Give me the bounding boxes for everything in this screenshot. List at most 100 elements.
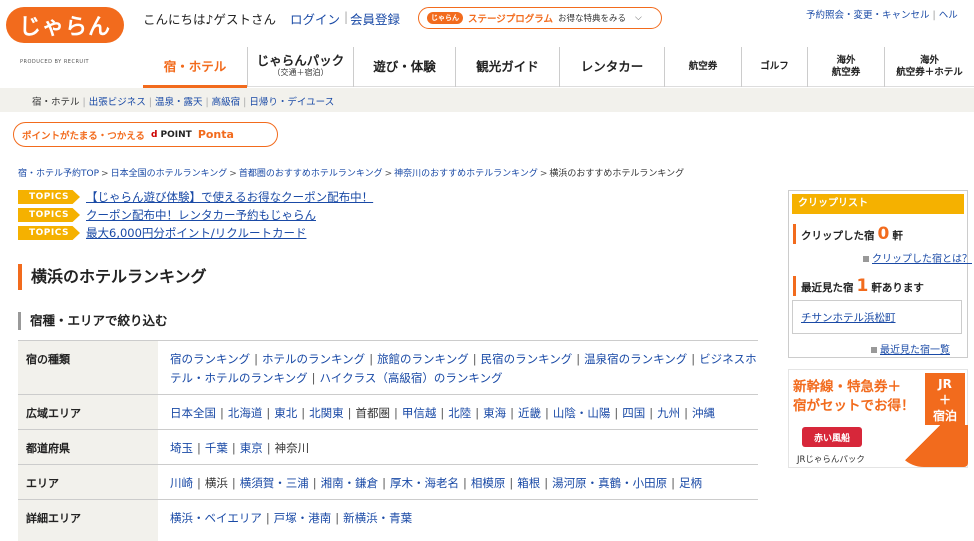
topics-link[interactable]: 【じゃらん遊び体験】で使えるお得なクーポン配布中！ [86, 189, 373, 205]
filter-row-type: 宿の種類 宿のランキング | ホテルのランキング | 旅館のランキング | 民宿のランキング… [18, 340, 758, 394]
filter-link[interactable]: 北陸 [448, 406, 471, 420]
jalan-logo[interactable]: じゃらん [6, 7, 124, 43]
clip-list-header: クリップリスト [792, 194, 964, 214]
filter-link[interactable]: 民宿のランキング [481, 352, 573, 366]
filter-link[interactable]: 甲信越 [402, 406, 437, 420]
filter-link[interactable]: 戸塚・港南 [274, 511, 332, 525]
filter-link[interactable]: 宿のランキング [170, 352, 250, 366]
breadcrumb-link[interactable]: 神奈川のおすすめホテルランキング [394, 169, 538, 179]
subnav-luxury[interactable]: 高級宿 [212, 97, 241, 108]
subnav-dayuse[interactable]: 日帰り・デイユース [249, 97, 334, 108]
topics-row: TOPICS クーポン配布中！レンタカー予約もじゃらん [18, 207, 618, 223]
breadcrumb-link[interactable]: 首都圏のおすすめホテルランキング [239, 169, 383, 179]
filter-link[interactable]: 四国 [622, 406, 645, 420]
filter-link[interactable]: 相模原 [471, 476, 506, 490]
filter-link[interactable]: 川崎 [170, 476, 193, 490]
filter-current: 横浜 [204, 476, 228, 490]
clip-count-line: クリップした宿 0 軒 [793, 224, 965, 244]
filter-link[interactable]: 足柄 [679, 476, 702, 490]
filter-link[interactable]: 千葉 [205, 441, 228, 455]
filter-link[interactable]: 箱根 [517, 476, 540, 490]
page-root: じゃらん PRODUCED BY RECRUIT こんにちは♪ゲストさん ログイ… [0, 0, 974, 541]
subnav-current: 宿・ホテル [32, 97, 80, 108]
topics-badge: TOPICS [18, 226, 80, 240]
filter-current: 神奈川 [274, 441, 310, 455]
filter-link[interactable]: ハイクラス（高級宿）のランキング [320, 371, 503, 385]
recent-count-line: 最近見た宿 1 軒あります [793, 276, 965, 296]
ad-subtitle: JRじゃらんパック [797, 455, 865, 465]
sub-nav: 宿・ホテル | 出張ビジネス | 温泉・露天 | 高級宿 | 日帰り・デイユース [32, 97, 335, 108]
filter-link[interactable]: 横須賀・三浦 [240, 476, 309, 490]
filter-link[interactable]: 北関東 [309, 406, 344, 420]
filter-link[interactable]: ホテルのランキング [262, 352, 365, 366]
clip-count: 0 [877, 224, 890, 244]
filter-link[interactable]: 横浜・ベイエリア [170, 511, 262, 525]
dpoint-logo: d POINT [150, 129, 192, 140]
filter-label: 都道府県 [18, 430, 158, 464]
filter-label: 詳細エリア [18, 500, 158, 541]
filter-link[interactable]: 沖縄 [692, 406, 715, 420]
recent-list-link[interactable]: 最近見た宿一覧 [871, 341, 950, 356]
filter-link[interactable]: 北海道 [228, 406, 263, 420]
filter-link[interactable]: 旅館のランキング [377, 352, 469, 366]
header-separator: | [344, 10, 349, 24]
nav-tab-jalan-pack[interactable]: じゃらんパック （交通＋宿泊） [247, 47, 353, 87]
filter-link[interactable]: 厚木・海老名 [390, 476, 459, 490]
nav-tab-golf[interactable]: ゴルフ [741, 47, 807, 87]
filter-row-detail-area: 詳細エリア 横浜・ベイエリア | 戸塚・港南 | 新横浜・青葉 [18, 499, 758, 541]
filter-link[interactable]: 東北 [274, 406, 297, 420]
filter-link[interactable]: 東海 [483, 406, 506, 420]
filter-link[interactable]: 東京 [240, 441, 263, 455]
train-illustration [894, 425, 968, 467]
nav-tab-overseas-package[interactable]: 海外 航空券＋ホテル [884, 47, 974, 87]
section-title: 宿種・エリアで絞り込む [18, 312, 758, 330]
nav-tab-flights[interactable]: 航空券 [664, 47, 741, 87]
filter-values: 宿のランキング | ホテルのランキング | 旅館のランキング | 民宿のランキング | 温泉宿の… [170, 352, 757, 385]
register-link[interactable]: 会員登録 [350, 9, 400, 28]
main-nav: 宿・ホテル じゃらんパック （交通＋宿泊） 遊び・体験 観光ガイド レンタカー 航… [143, 47, 974, 87]
filter-link[interactable]: 埼玉 [170, 441, 193, 455]
greeting-text: こんにちは♪ゲストさん [143, 12, 276, 27]
breadcrumb: 宿・ホテル予約TOP > 日本全国のホテルランキング > 首都圏のおすすめホテルランキン… [18, 169, 685, 179]
subnav-onsen[interactable]: 温泉・露天 [155, 97, 203, 108]
help-link[interactable]: ヘル [939, 10, 958, 21]
point-banner[interactable]: ポイントがたまる・つかえる d POINT Ponta [13, 122, 278, 147]
logo-subtitle: PRODUCED BY RECRUIT [20, 59, 90, 65]
filter-label: エリア [18, 465, 158, 499]
stage-title: ステージプログラム [468, 14, 554, 25]
page-title: 横浜のホテルランキング [18, 264, 758, 290]
bullet-icon [871, 347, 877, 353]
breadcrumb-link[interactable]: 日本全国のホテルランキング [111, 169, 228, 179]
filter-link[interactable]: 山陰・山陽 [553, 406, 611, 420]
stage-program-button[interactable]: じゃらん ステージプログラム お得な特典をみる ⌵ [418, 7, 662, 29]
topics-link[interactable]: クーポン配布中！レンタカー予約もじゃらん [86, 207, 316, 223]
login-link[interactable]: ログイン [290, 9, 340, 28]
subnav-business[interactable]: 出張ビジネス [89, 97, 146, 108]
filter-link[interactable]: 日本全国 [170, 406, 216, 420]
stage-logo: じゃらん [427, 12, 463, 24]
filter-link[interactable]: 近畿 [518, 406, 541, 420]
filter-link[interactable]: 湘南・鎌倉 [321, 476, 379, 490]
nav-tab-guide[interactable]: 観光ガイド [455, 47, 559, 87]
header-right-links: 予約照会・変更・キャンセル | ヘル [806, 10, 958, 21]
filter-link[interactable]: 九州 [657, 406, 680, 420]
ad-title: 新幹線・特急券＋ 宿がセットでお得！ [793, 379, 915, 414]
clip-help-link[interactable]: クリップした宿とは？ [863, 250, 972, 265]
filter-link[interactable]: 湯河原・真鶴・小田原 [552, 476, 667, 490]
jr-badge: JR ＋宿泊 [925, 373, 965, 425]
filter-values: 川崎 | 横浜 | 横須賀・三浦 | 湘南・鎌倉 | 厚木・海老名 | 相模原 | 箱根 | 湯河原・真鶴・… [170, 476, 702, 490]
filter-label: 宿の種類 [18, 341, 158, 394]
recent-count: 1 [856, 276, 869, 296]
topics-link[interactable]: 最大6,000円分ポイント/リクルートカード [86, 225, 306, 241]
filter-link[interactable]: 温泉宿のランキング [584, 352, 687, 366]
reservation-manage-link[interactable]: 予約照会・変更・キャンセル [806, 10, 930, 21]
breadcrumb-link[interactable]: 宿・ホテル予約TOP [18, 169, 99, 179]
nav-tab-overseas-flights[interactable]: 海外 航空券 [807, 47, 884, 87]
recent-hotel-link[interactable]: チサンホテル浜松町 [792, 300, 962, 334]
nav-tab-rentacar[interactable]: レンタカー [559, 47, 664, 87]
filter-label: 広域エリア [18, 395, 158, 429]
nav-tab-activities[interactable]: 遊び・体験 [353, 47, 455, 87]
jr-package-ad[interactable]: 新幹線・特急券＋ 宿がセットでお得！ JR ＋宿泊 赤い風船 JRじゃらんパック [788, 369, 968, 468]
filter-link[interactable]: 新横浜・青葉 [343, 511, 412, 525]
nav-tab-hotel[interactable]: 宿・ホテル [143, 47, 247, 87]
